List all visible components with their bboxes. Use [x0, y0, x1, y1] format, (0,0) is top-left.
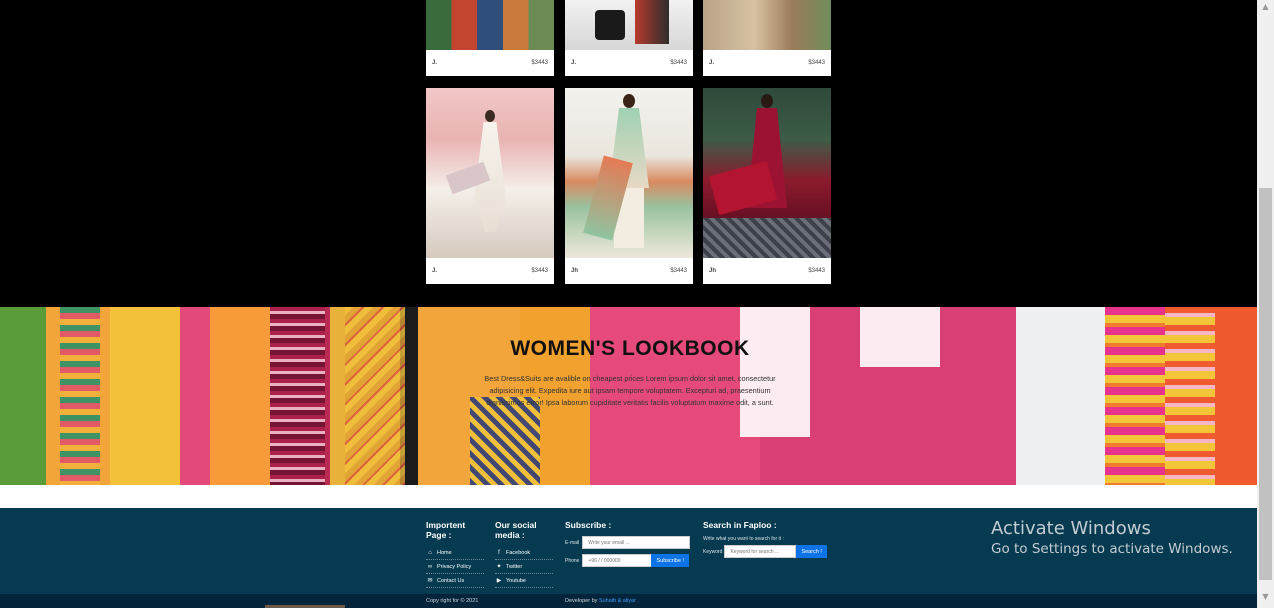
- search-title: Search in Faploo :: [703, 520, 777, 530]
- product-name: J.: [432, 60, 438, 66]
- product-image[interactable]: [426, 88, 554, 258]
- fabric-stripe: [470, 397, 540, 485]
- fabric-stripe: [1105, 307, 1165, 485]
- youtube-icon: ▶: [496, 578, 502, 584]
- product-price: $3443: [531, 268, 548, 274]
- sign-panel: [860, 307, 940, 367]
- lookbook-content: WOMEN'S LOOKBOOK Best Dress&Suits are av…: [470, 337, 790, 409]
- important-pages-column: Importent Page : ⌂ Home ∞ Privacy Policy…: [426, 520, 486, 588]
- scroll-up-icon[interactable]: ▲: [1260, 2, 1271, 12]
- product-image[interactable]: [565, 88, 693, 258]
- product-price: $3443: [808, 60, 825, 66]
- product-card[interactable]: Jh $3443: [565, 88, 693, 284]
- scroll-down-icon[interactable]: ▼: [1260, 592, 1271, 602]
- facebook-icon: f: [498, 549, 500, 556]
- product-image[interactable]: [426, 0, 554, 50]
- subscribe-column: Subscribe : E-mail Phone Subscribe !: [565, 520, 695, 567]
- product-name: J.: [709, 60, 715, 66]
- vertical-scrollbar[interactable]: ▲ ▼: [1257, 0, 1274, 608]
- product-name: Jh: [709, 268, 717, 274]
- keyword-label: Keyword: [703, 548, 723, 555]
- product-image[interactable]: [703, 88, 831, 258]
- phone-label: Phone: [565, 557, 580, 564]
- product-name: Jh: [571, 268, 579, 274]
- search-button[interactable]: Search !: [796, 545, 827, 558]
- product-image[interactable]: [565, 0, 693, 50]
- link-icon: ∞: [427, 563, 433, 570]
- product-name: J.: [571, 60, 577, 66]
- twitter-icon: ✦: [496, 564, 502, 570]
- subscribe-title: Subscribe :: [565, 520, 612, 530]
- footer-link-home[interactable]: ⌂ Home: [426, 546, 484, 560]
- fabric-stripe: [60, 307, 100, 485]
- product-card[interactable]: J. $3443: [426, 0, 554, 76]
- footer-link-youtube[interactable]: ▶ Youtube: [495, 574, 553, 588]
- footer-link-contact[interactable]: ✉ Contact Us: [426, 574, 484, 588]
- windows-activation-watermark: Activate Windows Go to Settings to activ…: [991, 518, 1233, 557]
- product-price: $3443: [808, 268, 825, 274]
- email-field[interactable]: [582, 536, 691, 549]
- product-card[interactable]: J. $3443: [565, 0, 693, 76]
- product-card[interactable]: J. $3443: [426, 88, 554, 284]
- fabric-stripe: [345, 307, 405, 485]
- lookbook-title: WOMEN'S LOOKBOOK: [510, 337, 750, 360]
- product-price: $3443: [670, 60, 687, 66]
- lookbook-banner: WOMEN'S LOOKBOOK Best Dress&Suits are av…: [0, 307, 1257, 485]
- scrollbar-thumb[interactable]: [1259, 188, 1272, 580]
- copyright-text: Copy right for © 2021: [426, 598, 479, 604]
- lookbook-description: Best Dress&Suits are avalible on cheapes…: [484, 374, 776, 407]
- product-price: $3443: [531, 60, 548, 66]
- fabric-stripe: [270, 307, 325, 485]
- envelope-icon: ✉: [427, 578, 433, 584]
- home-icon: ⌂: [428, 549, 432, 556]
- important-pages-title: Importent Page :: [426, 520, 466, 540]
- social-media-title: Our social media :: [495, 520, 537, 540]
- developer-link[interactable]: Suhaib & aliyar .: [599, 598, 639, 604]
- spacer: [0, 485, 1257, 508]
- footer-link-privacy[interactable]: ∞ Privacy Policy: [426, 560, 484, 574]
- products-section: J. $3443 J. $3443 J. $3443 J. $3443 Jh $…: [0, 0, 1257, 307]
- fabric-stripe: [1165, 307, 1215, 485]
- search-column: Search in Faploo : Write what you want t…: [703, 520, 833, 558]
- product-image[interactable]: [703, 0, 831, 50]
- product-name: J.: [432, 268, 438, 274]
- social-media-column: Our social media : f Facebook ✦ Twitter …: [495, 520, 555, 588]
- product-card[interactable]: J. $3443: [703, 0, 831, 76]
- footer-link-facebook[interactable]: f Facebook: [495, 546, 553, 560]
- developer-credit: Developer by Suhaib & aliyar .: [565, 598, 640, 604]
- product-price: $3443: [670, 268, 687, 274]
- footer-link-twitter[interactable]: ✦ Twitter: [495, 560, 553, 574]
- email-label: E-mail: [565, 539, 580, 546]
- subscribe-button[interactable]: Subscribe !: [651, 554, 689, 567]
- phone-field[interactable]: [582, 554, 653, 567]
- product-card[interactable]: Jh $3443: [703, 88, 831, 284]
- search-hint: Write what you want to search for it :: [703, 536, 784, 542]
- search-input[interactable]: [724, 545, 797, 558]
- copyright-bar: Copy right for © 2021 Developer by Suhai…: [0, 594, 1257, 608]
